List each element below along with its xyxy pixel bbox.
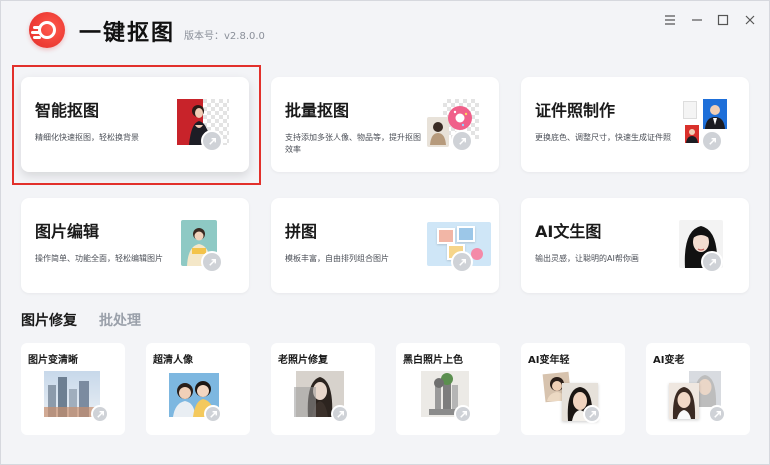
go-arrow-icon xyxy=(91,405,109,423)
card-id-photo[interactable]: 证件照制作 更换底色、调整尺寸，快速生成证件照 xyxy=(521,77,749,172)
app-window: 一键抠图 版本号：v2.8.0.0 智能抠图 精细化快速抠图，轻松换背景 批量抠… xyxy=(0,0,770,465)
close-icon[interactable] xyxy=(741,11,759,29)
card-title: 批量抠图 xyxy=(285,101,350,120)
card-title: 智能抠图 xyxy=(35,101,100,120)
card-title: 拼图 xyxy=(285,222,318,241)
go-arrow-icon xyxy=(201,251,223,273)
go-arrow-icon xyxy=(204,405,222,423)
card-desc: 精细化快速抠图，轻松换背景 xyxy=(35,133,139,142)
tool-ai-older[interactable]: AI变老 xyxy=(646,343,750,435)
menu-icon[interactable] xyxy=(661,11,679,29)
card-title: 证件照制作 xyxy=(535,101,616,120)
tool-enhance-clarity[interactable]: 图片变清晰 xyxy=(21,343,125,435)
card-collage[interactable]: 拼图 模板丰富，自由排列组合图片 xyxy=(271,198,499,293)
go-arrow-icon xyxy=(451,130,473,152)
tab-image-repair[interactable]: 图片修复 xyxy=(21,310,77,330)
go-arrow-icon xyxy=(708,405,726,423)
card-title: AI文生图 xyxy=(535,222,602,241)
go-arrow-icon xyxy=(454,405,472,423)
card-title: 图片编辑 xyxy=(35,222,100,241)
app-logo-icon xyxy=(29,12,65,48)
card-ai-text-to-image[interactable]: AI文生图 输出灵感，让聪明的AI帮你画 xyxy=(521,198,749,293)
tool-hd-portrait[interactable]: 超清人像 xyxy=(146,343,250,435)
tool-old-photo-repair[interactable]: 老照片修复 xyxy=(271,343,375,435)
card-desc: 支持添加多张人像、物品等，提升抠图效率 xyxy=(285,133,421,154)
tool-colorize-bw[interactable]: 黑白照片上色 xyxy=(396,343,500,435)
go-arrow-icon xyxy=(451,251,473,273)
tool-title: 老照片修复 xyxy=(278,355,328,366)
version-label: 版本号：v2.8.0.0 xyxy=(184,31,265,42)
maximize-icon[interactable] xyxy=(714,11,732,29)
card-image-edit[interactable]: 图片编辑 操作简单、功能全面，轻松编辑图片 xyxy=(21,198,249,293)
tool-ai-younger[interactable]: AI变年轻 xyxy=(521,343,625,435)
go-arrow-icon xyxy=(701,251,723,273)
tool-title: AI变年轻 xyxy=(528,355,570,366)
tab-batch-process[interactable]: 批处理 xyxy=(99,310,141,330)
tool-title: 黑白照片上色 xyxy=(403,355,463,366)
app-title: 一键抠图 xyxy=(79,21,176,46)
go-arrow-icon xyxy=(331,405,349,423)
title-bar: 一键抠图 版本号：v2.8.0.0 xyxy=(1,1,770,59)
card-desc: 更换底色、调整尺寸，快速生成证件照 xyxy=(535,133,671,142)
card-smart-cutout[interactable]: 智能抠图 精细化快速抠图，轻松换背景 xyxy=(21,77,249,172)
tool-title: 超清人像 xyxy=(153,355,193,366)
card-desc: 模板丰富，自由排列组合图片 xyxy=(285,254,389,263)
card-desc: 操作简单、功能全面，轻松编辑图片 xyxy=(35,254,163,263)
tool-title: AI变老 xyxy=(653,355,685,366)
card-batch-cutout[interactable]: 批量抠图 支持添加多张人像、物品等，提升抠图效率 xyxy=(271,77,499,172)
go-arrow-icon xyxy=(201,130,223,152)
tool-title: 图片变清晰 xyxy=(28,355,78,366)
card-desc: 输出灵感，让聪明的AI帮你画 xyxy=(535,254,639,263)
go-arrow-icon xyxy=(583,405,601,423)
go-arrow-icon xyxy=(701,130,723,152)
minimize-icon[interactable] xyxy=(688,11,706,29)
